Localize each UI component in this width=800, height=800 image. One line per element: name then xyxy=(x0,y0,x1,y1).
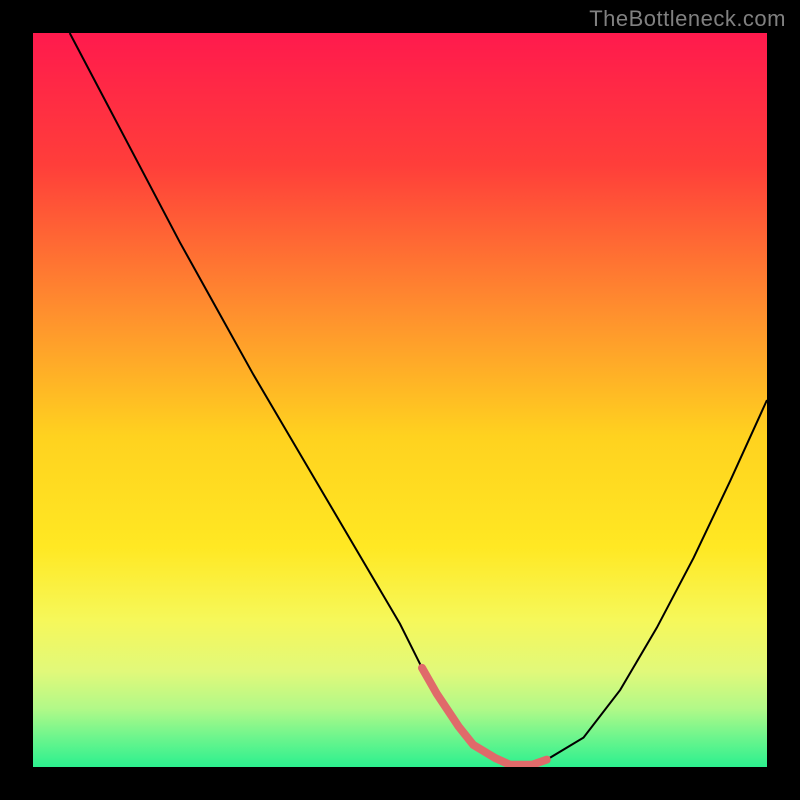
chart-plot-area xyxy=(33,33,767,767)
gradient-background xyxy=(33,33,767,767)
bottleneck-curve-chart xyxy=(33,33,767,767)
watermark-text: TheBottleneck.com xyxy=(589,6,786,32)
